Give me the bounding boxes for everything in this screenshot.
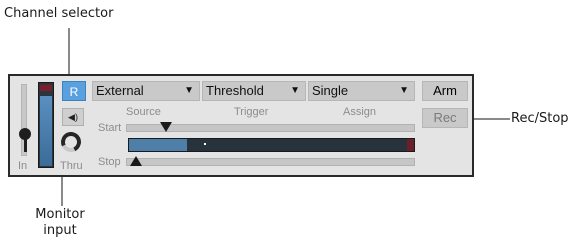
rec-stop-button[interactable]: Rec [422,108,468,128]
monitor-input-button[interactable]: ◀) [62,108,84,126]
assign-label: Assign [343,106,377,118]
source-dropdown[interactable]: External ▼ [92,81,200,101]
rec-stop-callout: Rec/Stop [511,111,569,126]
channel-selector-leader-line [68,28,70,74]
trigger-dropdown[interactable]: Threshold ▼ [202,81,306,101]
chevron-down-icon: ▼ [399,85,409,96]
chevron-down-icon: ▼ [290,85,300,96]
meter-level-fill [40,96,52,166]
speaker-icon: ◀) [68,112,78,122]
monitor-input-callout: Monitor input [35,207,85,238]
stop-threshold-slider[interactable] [126,158,415,166]
chevron-down-icon: ▼ [184,85,194,96]
assign-dropdown[interactable]: Single ▼ [308,81,415,101]
source-label: Source [126,106,161,118]
input-level-meter [38,82,54,168]
recording-position-marker [204,143,206,145]
source-value: External [96,83,144,98]
input-level-slider-stem [24,138,27,152]
recording-clip-indicator [407,139,414,151]
trigger-label: Trigger [234,106,269,118]
input-label: In [18,160,28,172]
channel-selector-callout: Channel selector [4,6,114,21]
trigger-value: Threshold [206,83,264,98]
rec-stop-leader-line [470,118,510,120]
start-threshold-handle[interactable] [160,122,172,132]
arm-button[interactable]: Arm [422,81,468,101]
meter-clip-indicator [40,85,52,91]
thru-label: Thru [60,160,83,172]
start-label: Start [98,122,122,134]
stop-label: Stop [98,156,121,168]
recorder-panel: In R ◀) Thru External ▼ Threshold ▼ Sing… [8,74,474,177]
recording-level-fill [129,139,187,151]
thru-knob[interactable] [58,129,84,155]
stop-threshold-handle[interactable] [130,156,142,166]
assign-value: Single [312,83,349,98]
input-level-slider-knob[interactable] [19,128,31,140]
recording-level-bar [128,138,415,152]
channel-select-button[interactable]: R [62,81,86,101]
